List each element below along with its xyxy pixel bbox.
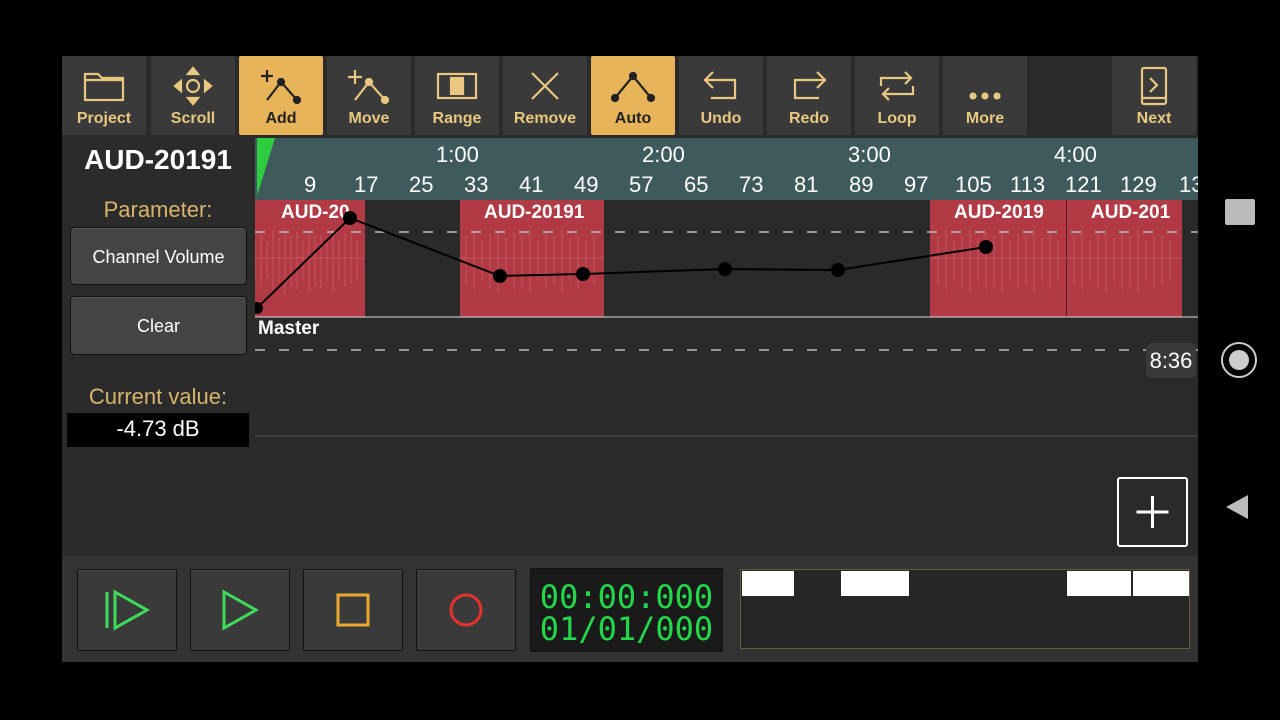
counter-bars: 01/01/000 [539,610,714,648]
counter-time: 00:00:000 [539,578,714,616]
bar-number: 121 [1065,172,1102,197]
play-from-start-icon [105,589,151,631]
next-button[interactable]: Next [1112,56,1196,135]
parameter-label: Parameter: [103,197,213,222]
track-name: AUD-20191 [62,138,254,182]
remove-x-icon [503,66,587,106]
add-point-icon [239,66,323,106]
automation-point [576,267,590,281]
automation-point [493,269,507,283]
range-button[interactable]: Range [415,56,499,135]
loop-label: Loop [877,110,917,127]
auto-button[interactable]: Auto [591,56,675,135]
bar-number: 57 [629,172,654,197]
time-label: 4:00 [1054,142,1097,167]
bar-number: 65 [684,172,709,197]
overview-clip [742,571,794,596]
bar-number: 73 [739,172,764,197]
undo-icon [679,66,763,106]
bar-number: 97 [904,172,929,197]
automation-point [718,262,732,276]
scroll-button[interactable]: Scroll [151,56,235,135]
bar-number: 105 [955,172,992,197]
overview-clip [841,571,909,596]
project-label: Project [76,110,132,127]
back-icon[interactable] [1224,494,1250,520]
loop-icon [855,66,939,106]
automation-overlay[interactable] [255,200,1198,556]
bar-number: 25 [409,172,434,197]
automation-icon [591,66,675,106]
loop-button[interactable]: Loop [855,56,939,135]
record-button[interactable] [416,569,516,651]
stop-button[interactable] [303,569,403,651]
home-icon[interactable] [1221,342,1257,378]
project-button[interactable]: Project [62,56,146,135]
clear-button[interactable]: Clear [70,296,247,355]
recent-apps-icon[interactable] [1225,199,1255,225]
stop-icon [336,593,370,627]
record-icon [449,593,483,627]
remove-button[interactable]: Remove [503,56,587,135]
scroll-arrows-icon [151,66,235,106]
bar-number: 13 [1179,172,1198,197]
playhead-marker[interactable] [255,138,275,200]
undo-label: Undo [700,110,742,127]
automation-point [343,211,357,225]
next-label: Next [1136,110,1172,127]
folder-icon [62,66,146,106]
range-icon [415,66,499,106]
automation-point [979,240,993,254]
bar-number: 17 [354,172,379,197]
more-label: More [965,110,1005,127]
add-track-button[interactable] [1117,477,1188,547]
next-icon [1112,66,1196,106]
redo-button[interactable]: Redo [767,56,851,135]
auto-label: Auto [614,110,652,127]
more-button[interactable]: More [943,56,1027,135]
time-label: 2:00 [642,142,685,167]
redo-icon [767,66,851,106]
move-label: Move [348,110,390,127]
master-track-label: Master [258,318,320,339]
bar-number: 89 [849,172,874,197]
range-label: Range [432,110,482,127]
bar-number: 113 [1010,172,1046,197]
current-value: -4.73 dB [67,413,249,447]
timeline-ruler[interactable]: 1:00 2:00 3:00 4:00 9 17 25 33 41 49 57 65 73 81 8… [255,138,1198,200]
undo-button[interactable]: Undo [679,56,763,135]
bar-number: 33 [464,172,489,197]
automation-point [831,263,845,277]
overview-clip [1067,571,1131,596]
overview-clip [1133,571,1189,596]
bar-number: 49 [574,172,599,197]
bar-number: 129 [1120,172,1157,197]
song-overview[interactable] [740,569,1190,649]
remove-label: Remove [513,110,577,127]
bar-number: 9 [304,172,317,197]
scroll-label: Scroll [170,110,216,127]
play-from-start-button[interactable] [77,569,177,651]
play-button[interactable] [190,569,290,651]
song-length-badge: 8:36 [1146,343,1196,378]
plus-icon [1136,496,1169,528]
move-point-icon [327,66,411,106]
add-button[interactable]: Add [239,56,323,135]
tracks-area[interactable]: AUD-20 AUD-20191 AUD-2019 AUD-201 [255,200,1198,556]
waveform-texture [255,228,1182,294]
add-label: Add [265,110,297,127]
time-label: 3:00 [848,142,891,167]
bar-number: 41 [519,172,544,197]
more-dots-icon [943,66,1027,106]
move-button[interactable]: Move [327,56,411,135]
redo-label: Redo [789,110,829,127]
time-label: 1:00 [436,142,479,167]
play-icon [222,589,260,631]
position-counter[interactable]: 00:00:000 01/01/000 [530,568,723,652]
current-value-label: Current value: [88,384,228,409]
bar-number: 81 [794,172,819,197]
channel-volume-button[interactable]: Channel Volume [70,227,247,285]
